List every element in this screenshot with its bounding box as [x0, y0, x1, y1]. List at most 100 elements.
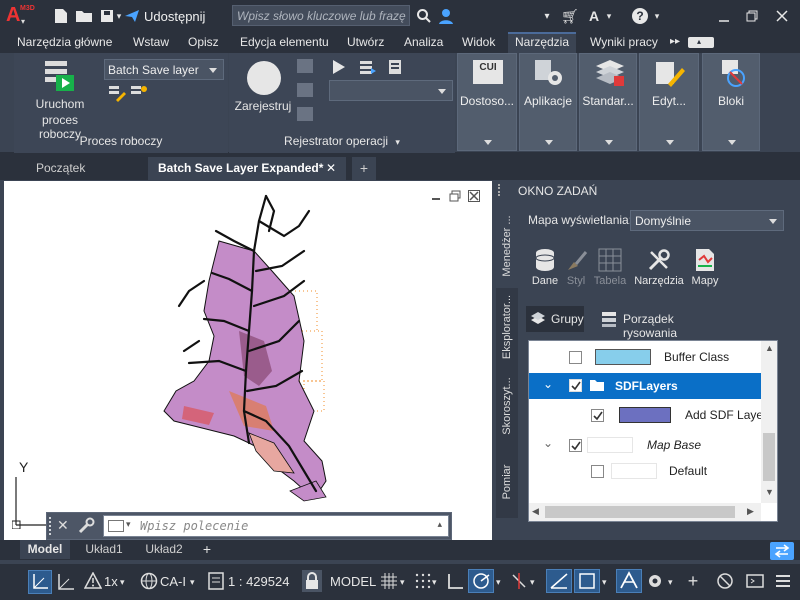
minimize-icon[interactable]: [714, 6, 734, 26]
viewport-close-icon[interactable]: [468, 190, 480, 202]
annotation-scale[interactable]: 1x: [104, 572, 118, 592]
tree-row-default[interactable]: Default: [529, 458, 761, 484]
toolbar-tools-button[interactable]: Narzędzia: [634, 246, 684, 290]
tab-analyze[interactable]: Analiza: [402, 32, 445, 53]
tab-active-drawing[interactable]: Batch Save Layer Expanded* ✕: [148, 157, 346, 180]
customize-status-bar-icon[interactable]: [774, 572, 792, 590]
map-base-expand-icon[interactable]: ⌄: [543, 436, 553, 450]
toolbar-maps-button[interactable]: Mapy: [688, 246, 722, 290]
fullscreen-icon[interactable]: [746, 572, 764, 590]
isodraft-chevron-icon[interactable]: ▾: [530, 572, 535, 592]
search-input[interactable]: Wpisz słowo kluczowe lub frazę: [232, 5, 410, 26]
workflow-new-icon[interactable]: [130, 84, 148, 102]
side-tab-workbook[interactable]: Skoroszyt...: [496, 366, 518, 446]
default-checkbox[interactable]: [591, 465, 604, 478]
tab-layout1[interactable]: Układ1: [76, 540, 132, 559]
recorder-select-icon[interactable]: [297, 83, 313, 97]
macro-select[interactable]: [329, 80, 453, 101]
ortho-icon[interactable]: [446, 572, 464, 590]
tab-layout2[interactable]: Układ2: [136, 540, 192, 559]
scroll-down-icon[interactable]: ▼: [765, 487, 774, 497]
scale-list-icon[interactable]: [208, 572, 224, 590]
record-button[interactable]: Zarejestruj: [231, 57, 295, 117]
new-file-icon[interactable]: [52, 6, 70, 26]
lock-icon[interactable]: [302, 570, 322, 592]
tab-start[interactable]: Początek: [26, 157, 95, 180]
map-display-select[interactable]: Domyślnie: [630, 210, 784, 231]
scroll-thumb-v[interactable]: [763, 433, 775, 481]
side-tab-manager[interactable]: Menedżer ...: [496, 204, 518, 288]
help-icon[interactable]: ?: [630, 6, 650, 26]
applications-button[interactable]: Aplikacje: [519, 53, 577, 151]
command-line-close-icon[interactable]: ✕: [57, 517, 69, 534]
side-tab-measure[interactable]: Pomiar: [496, 446, 518, 518]
recorder-preferences-icon[interactable]: [387, 59, 405, 77]
map-scale[interactable]: 1 : 429524: [228, 572, 289, 592]
edit-button[interactable]: Edyt...: [639, 53, 699, 151]
buffer-class-checkbox[interactable]: [569, 351, 582, 364]
tab-tools[interactable]: Narzędzia: [508, 32, 576, 53]
autodesk-app-icon[interactable]: A: [584, 6, 604, 26]
command-line-customize-icon[interactable]: [77, 517, 95, 535]
model-space-toggle[interactable]: [28, 570, 52, 594]
coordinate-system[interactable]: CA-I: [160, 572, 186, 592]
tab-annotate[interactable]: Opisz: [186, 32, 221, 53]
swap-pane-button[interactable]: [770, 542, 794, 560]
tab-view[interactable]: Widok: [460, 32, 497, 53]
drawing-canvas[interactable]: Y: [4, 181, 492, 540]
object-snap-chevron-icon[interactable]: ▾: [602, 572, 607, 592]
customize-button[interactable]: CUI Dostoso...: [457, 53, 517, 151]
snap-icon[interactable]: [414, 572, 432, 590]
share-button[interactable]: Udostępnij: [124, 6, 206, 26]
info-center-chevron-icon[interactable]: ▾: [540, 6, 554, 26]
sdf-layers-expand-icon[interactable]: ⌄: [543, 377, 553, 391]
run-workflow-button[interactable]: Uruchom proces roboczy: [20, 57, 100, 141]
scroll-right-icon[interactable]: ▶: [747, 506, 754, 517]
scroll-left-icon[interactable]: ◀: [532, 506, 539, 517]
tab-model[interactable]: Model: [20, 540, 70, 559]
tab-output[interactable]: Wyniki pracy: [588, 32, 660, 53]
viewport-minimize-icon[interactable]: [430, 190, 442, 202]
command-line-grip-icon[interactable]: [49, 517, 53, 535]
play-icon[interactable]: [331, 59, 347, 75]
dynamic-ucs-icon[interactable]: [56, 572, 76, 592]
model-space-label[interactable]: MODEL: [330, 572, 376, 592]
new-drawing-tab-button[interactable]: +: [352, 157, 376, 180]
search-icon[interactable]: [414, 6, 434, 26]
toolbar-style-button[interactable]: Styl: [562, 246, 590, 290]
tree-horizontal-scrollbar[interactable]: ◀ ▶: [529, 503, 761, 521]
object-snap-icon[interactable]: [574, 569, 600, 593]
workflow-select[interactable]: Batch Save layer: [104, 59, 224, 80]
quick-access-dropdown-icon[interactable]: ▾: [114, 6, 124, 26]
tab-insert[interactable]: Wstaw: [131, 32, 171, 53]
new-layout-button[interactable]: +: [198, 540, 216, 559]
add-icon[interactable]: +: [684, 572, 702, 590]
workspace-chevron-icon[interactable]: ▾: [668, 572, 673, 592]
tree-row-add-sdf-layer[interactable]: Add SDF Layer: [529, 402, 761, 428]
tree-row-sdf-layers[interactable]: ⌄ SDFLayers: [529, 373, 761, 399]
panel-title-recorder[interactable]: Rejestrator operacji ▾: [229, 134, 455, 148]
tab-home[interactable]: Narzędzia główne: [15, 32, 114, 53]
workflow-edit-icon[interactable]: [108, 84, 126, 102]
coordinate-system-chevron-icon[interactable]: ▾: [190, 572, 195, 592]
polar-chevron-icon[interactable]: ▾: [496, 572, 501, 592]
open-folder-icon[interactable]: [74, 6, 94, 26]
annotation-warning-icon[interactable]: [83, 571, 103, 590]
close-drawing-icon[interactable]: ✕: [326, 157, 336, 179]
snap-chevron-icon[interactable]: ▾: [432, 572, 437, 592]
object-snap-tracking-icon[interactable]: [546, 569, 572, 593]
scroll-thumb-h[interactable]: [545, 506, 735, 518]
workspace-gear-icon[interactable]: [646, 572, 664, 590]
globe-icon[interactable]: [140, 572, 158, 590]
cart-icon[interactable]: 🛒︎: [560, 6, 580, 26]
tab-create[interactable]: Utwórz: [345, 32, 386, 53]
command-input[interactable]: ▾ Wpisz polecenie ▴: [103, 515, 449, 537]
annotation-scale-chevron-icon[interactable]: ▾: [120, 572, 125, 592]
groups-button[interactable]: Grupy: [526, 306, 584, 332]
toolbar-table-button[interactable]: Tabela: [592, 246, 628, 290]
ribbon-minimize-button[interactable]: ▴: [688, 37, 714, 48]
blocks-button[interactable]: Bloki: [702, 53, 760, 151]
polar-tracking-icon[interactable]: [468, 569, 494, 593]
standards-button[interactable]: Standar...: [579, 53, 637, 151]
tree-row-map-base[interactable]: ⌄ Map Base: [529, 432, 761, 458]
